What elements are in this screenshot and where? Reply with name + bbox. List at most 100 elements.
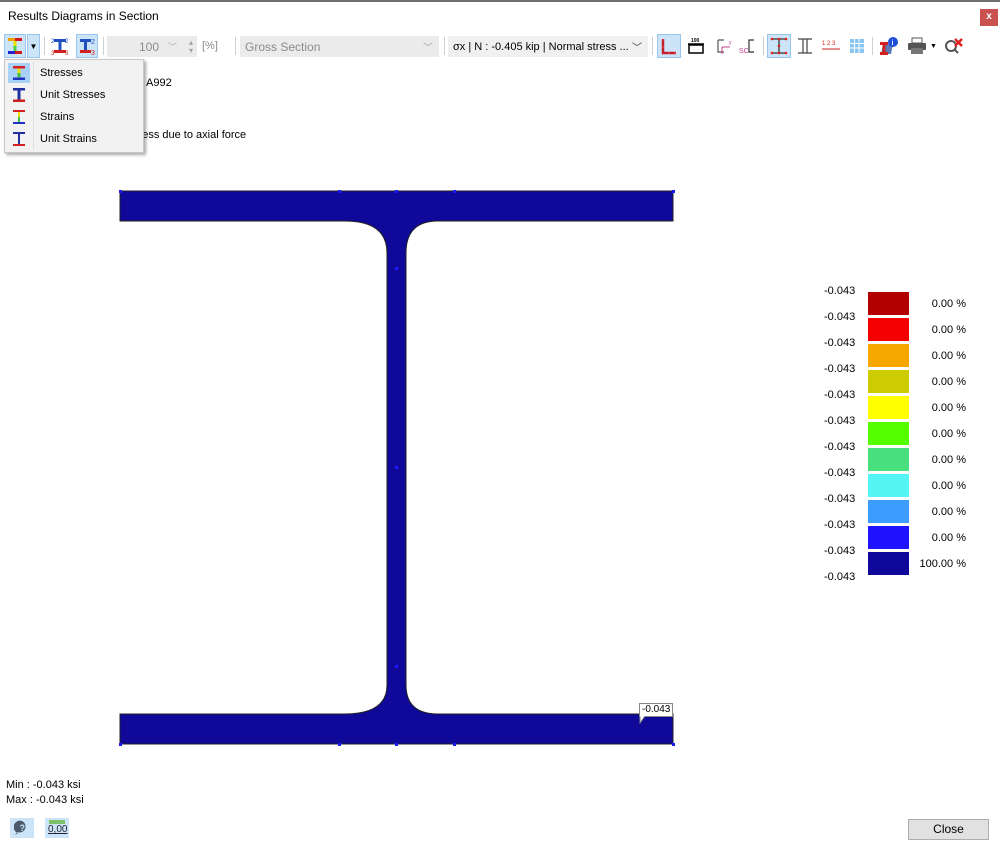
strains-icon: [8, 107, 30, 127]
legend-percent: 0.00 %: [931, 376, 966, 388]
dimensions-button[interactable]: 100: [684, 34, 708, 58]
stress-point: [672, 190, 675, 193]
print-icon: [908, 37, 927, 54]
svg-text:2: 2: [65, 39, 69, 45]
stress-diagram-type-icon: [8, 38, 22, 54]
stress-point: [453, 190, 456, 193]
svg-text:?: ?: [20, 823, 26, 833]
min-max-stats: Min : -0.043 ksi Max : -0.043 ksi: [6, 778, 84, 808]
print-dropdown-arrow-icon[interactable]: ▼: [930, 43, 937, 50]
stress-point: [453, 743, 456, 746]
legend-percent: 0.00 %: [931, 402, 966, 414]
diagram-type-button[interactable]: [4, 34, 26, 58]
decimal-places-button[interactable]: 0,00: [45, 818, 69, 838]
legend-percent: 0.00 %: [931, 506, 966, 518]
chevron-down-icon: ﹀: [632, 43, 642, 54]
grid-icon: [850, 39, 864, 53]
legend-value: -0.043: [824, 493, 856, 505]
section-outline-button[interactable]: [657, 34, 681, 58]
legend-value: -0.043: [824, 311, 856, 323]
principal-axes-button[interactable]: 22 33: [49, 34, 71, 58]
legend-percent: 0.00 %: [931, 480, 966, 492]
legend-percent: 0.00 %: [931, 454, 966, 466]
section-type-select[interactable]: Gross Section ﹀: [240, 36, 439, 57]
svg-text:y: y: [729, 40, 732, 46]
stress-point-numbers-button[interactable]: 1 2 3: [819, 34, 843, 58]
material-label: A992: [146, 77, 172, 89]
grid-button[interactable]: [846, 34, 868, 58]
menu-item-label: Unit Stresses: [40, 89, 106, 101]
stress-points-button[interactable]: [767, 34, 791, 58]
legend-percent: 100.00 %: [919, 558, 966, 570]
dimensions-icon: 100: [688, 38, 704, 54]
stress-point: [338, 743, 341, 746]
legend-value: -0.043: [824, 467, 856, 479]
stress-point: [395, 267, 398, 270]
local-axes-button[interactable]: 23: [76, 34, 98, 58]
separator: [235, 37, 236, 55]
menu-item-label: Unit Strains: [40, 133, 97, 145]
separator: [44, 37, 45, 55]
section-outline-icon: [661, 39, 676, 55]
chevron-down-icon: ﹀: [423, 43, 433, 54]
legend-percent: 0.00 %: [931, 298, 966, 310]
axis-system-icon: y: [717, 39, 732, 54]
legend-percent: 0.00 %: [931, 532, 966, 544]
result-type-value: σx | N : -0.405 kip | Normal stress ...: [453, 40, 629, 53]
section-diagram-canvas[interactable]: [0, 60, 1000, 820]
svg-text:SC: SC: [739, 48, 749, 55]
shear-center-button[interactable]: SC: [737, 34, 759, 58]
stress-point: [395, 190, 398, 193]
svg-text:3: 3: [91, 50, 95, 56]
result-type-select[interactable]: σx | N : -0.405 kip | Normal stress ... …: [448, 36, 648, 57]
separator: [103, 37, 104, 55]
stress-point: [119, 190, 122, 193]
legend-value: -0.043: [824, 285, 856, 297]
legend-value: -0.043: [824, 441, 856, 453]
window-title: Results Diagrams in Section: [8, 9, 159, 23]
section-info-icon: i: [880, 37, 898, 55]
legend-percent: 0.00 %: [931, 428, 966, 440]
stress-point: [338, 190, 341, 193]
dropdown-arrow-icon: ▼: [29, 41, 38, 51]
separator: [763, 37, 764, 55]
menu-item-label: Strains: [40, 111, 75, 123]
min-value: Min : -0.043 ksi: [6, 779, 81, 791]
help-button[interactable]: ?: [10, 818, 34, 838]
principal-axes-icon: 22 33: [51, 39, 69, 56]
menu-item-label: Stresses: [40, 67, 83, 79]
separator: [872, 37, 873, 55]
legend-value: -0.043: [824, 571, 856, 583]
max-value: Max : -0.043 ksi: [6, 794, 84, 806]
menu-item-stresses[interactable]: Stresses: [7, 62, 143, 84]
zoom-percent-input[interactable]: 100 ﹀ ▴ ▾: [107, 36, 197, 57]
legend-value: -0.043: [824, 363, 856, 375]
svg-text:i: i: [892, 40, 894, 47]
close-window-button[interactable]: x: [980, 9, 998, 26]
print-button[interactable]: ▼: [905, 34, 939, 58]
stress-point: [395, 466, 398, 469]
diagram-type-dropdown[interactable]: ▼: [27, 34, 40, 58]
menu-item-unit-strains[interactable]: Unit Strains: [7, 128, 143, 150]
menu-item-unit-stresses[interactable]: Unit Stresses: [7, 84, 143, 106]
zoom-value: 100: [138, 39, 159, 54]
chevron-down-icon: ﹀: [167, 42, 177, 52]
section-plain-icon: [798, 38, 812, 54]
svg-text:100: 100: [691, 38, 700, 44]
local-axes-icon: 23: [80, 39, 95, 56]
reset-view-button[interactable]: [942, 34, 966, 58]
decimal-places-icon: 0,00: [47, 819, 67, 837]
menu-item-strains[interactable]: Strains: [7, 106, 143, 128]
spinner-icon[interactable]: ▴ ▾: [189, 38, 193, 55]
legend-value: -0.043: [824, 545, 856, 557]
unit-strains-icon: [8, 129, 30, 149]
svg-text:1 2 3: 1 2 3: [822, 41, 836, 47]
section-info-button[interactable]: i: [876, 34, 902, 58]
close-button[interactable]: Close: [908, 819, 989, 840]
toolbar: ▼ 22 33 23 100 ﹀ ▴ ▾ [%] Gross Section ﹀ …: [0, 32, 1000, 60]
diagram-type-menu: Stresses Unit Stresses Strains Unit Stra…: [4, 59, 144, 153]
legend-value: -0.043: [824, 415, 856, 427]
axis-system-button[interactable]: y: [712, 34, 736, 58]
stresses-icon: [8, 63, 30, 83]
section-plain-button[interactable]: [794, 34, 816, 58]
